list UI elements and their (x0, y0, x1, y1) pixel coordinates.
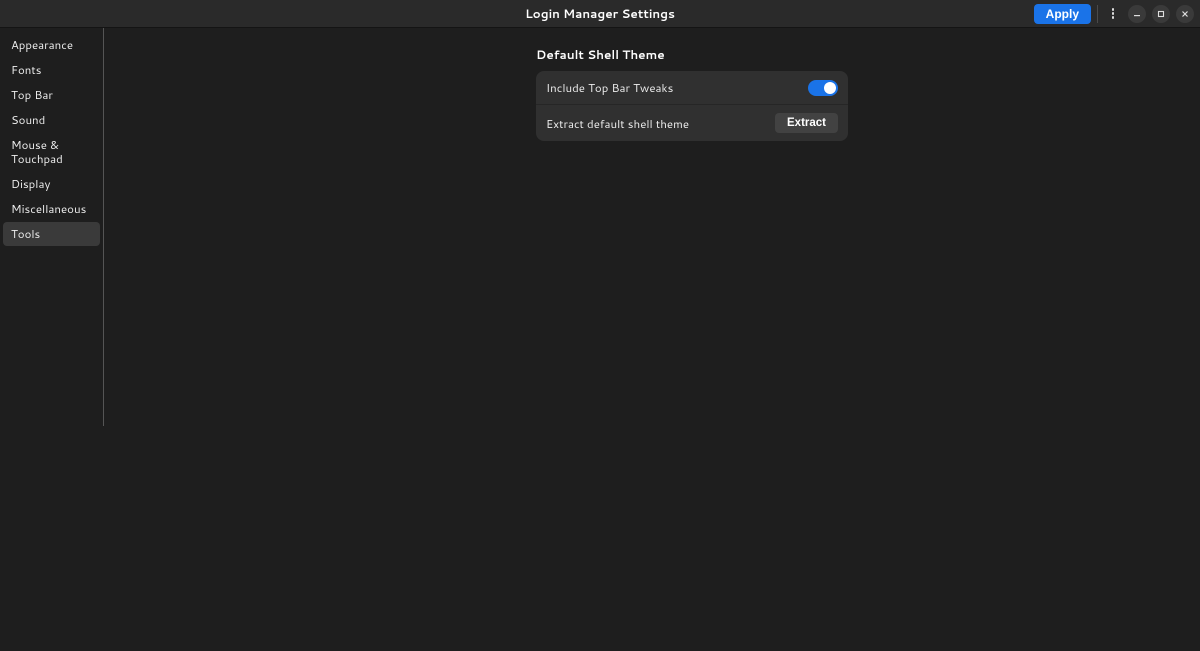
row-extract-default-theme: Extract default shell theme Extract (536, 104, 848, 141)
sidebar-item-miscellaneous[interactable]: Miscellaneous (3, 197, 100, 221)
close-icon (1181, 10, 1189, 18)
sidebar-item-sound[interactable]: Sound (3, 108, 100, 132)
titlebar-controls: Apply (1034, 4, 1194, 24)
toggle-knob (824, 82, 836, 94)
sidebar-item-fonts[interactable]: Fonts (3, 58, 100, 82)
titlebar: Login Manager Settings Apply (0, 0, 1200, 28)
sidebar-item-appearance[interactable]: Appearance (3, 33, 100, 57)
window-title: Login Manager Settings (525, 5, 675, 22)
sidebar-item-mouse-touchpad[interactable]: Mouse & Touchpad (3, 133, 100, 171)
extract-button[interactable]: Extract (775, 113, 838, 133)
maximize-button[interactable] (1152, 5, 1170, 23)
minimize-icon (1133, 10, 1141, 18)
row-label: Extract default shell theme (546, 115, 689, 132)
section-title: Default Shell Theme (536, 46, 848, 63)
titlebar-divider (1097, 5, 1098, 23)
sidebar: Appearance Fonts Top Bar Sound Mouse & T… (0, 28, 104, 426)
dots-vertical-icon (1112, 8, 1115, 19)
main-panel: Default Shell Theme Include Top Bar Twea… (104, 28, 1200, 651)
sidebar-item-display[interactable]: Display (3, 172, 100, 196)
include-top-bar-tweaks-toggle[interactable] (808, 80, 838, 96)
maximize-icon (1157, 10, 1165, 18)
sidebar-item-top-bar[interactable]: Top Bar (3, 83, 100, 107)
minimize-button[interactable] (1128, 5, 1146, 23)
sidebar-item-tools[interactable]: Tools (3, 222, 100, 246)
kebab-menu-button[interactable] (1104, 5, 1122, 23)
content-area: Appearance Fonts Top Bar Sound Mouse & T… (0, 28, 1200, 651)
row-label: Include Top Bar Tweaks (546, 79, 673, 96)
settings-group: Include Top Bar Tweaks Extract default s… (536, 71, 848, 141)
settings-panel: Default Shell Theme Include Top Bar Twea… (536, 28, 848, 651)
apply-button[interactable]: Apply (1034, 4, 1091, 24)
close-button[interactable] (1176, 5, 1194, 23)
row-include-top-bar-tweaks: Include Top Bar Tweaks (536, 71, 848, 104)
